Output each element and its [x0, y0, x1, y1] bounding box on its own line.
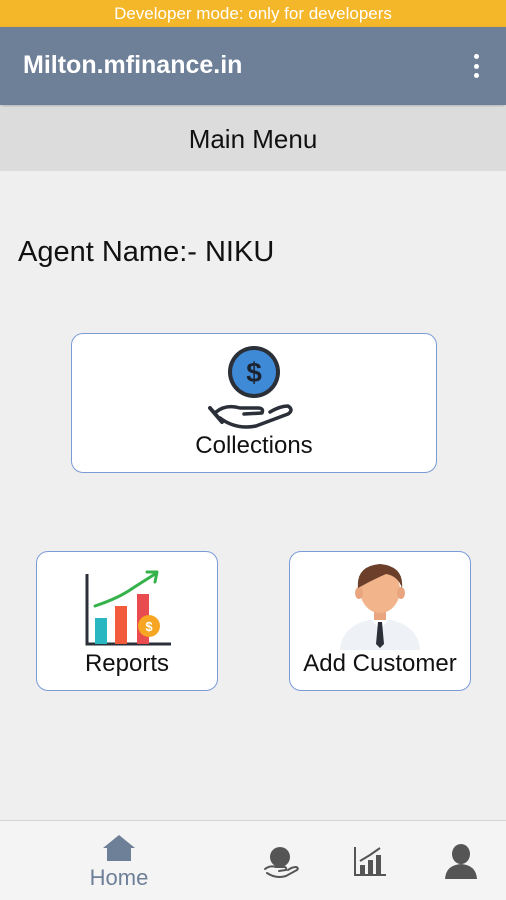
- nav-profile[interactable]: [444, 843, 478, 884]
- svg-text:$: $: [246, 357, 262, 388]
- collections-label: Collections: [195, 432, 313, 459]
- bottom-navigation: Home: [0, 820, 506, 900]
- svg-text:$: $: [145, 619, 153, 634]
- hand-dollar-icon: $: [208, 346, 293, 429]
- collections-button[interactable]: $ Collections: [71, 333, 437, 473]
- reports-button[interactable]: $ Reports: [36, 551, 218, 691]
- reports-icon: [354, 847, 386, 876]
- page-title: Main Menu: [0, 107, 506, 171]
- collections-icon: [264, 847, 299, 878]
- app-bar: Milton.mfinance.in: [0, 27, 506, 105]
- nav-home[interactable]: Home: [84, 833, 154, 891]
- bar-chart-growth-icon: $: [85, 570, 171, 646]
- add-customer-button[interactable]: Add Customer: [289, 551, 471, 691]
- nav-reports[interactable]: [352, 845, 388, 882]
- nav-home-label: Home: [89, 865, 149, 890]
- reports-label: Reports: [84, 650, 170, 677]
- nav-collections[interactable]: [262, 845, 300, 884]
- more-vert-icon[interactable]: [466, 51, 486, 81]
- profile-icon: [445, 844, 477, 879]
- add-customer-label: Add Customer: [303, 650, 457, 677]
- app-title: Milton.mfinance.in: [23, 51, 243, 79]
- businessman-icon: [340, 564, 420, 650]
- agent-name: Agent Name:- NIKU: [18, 236, 275, 268]
- home-icon: [103, 835, 135, 861]
- developer-mode-banner: Developer mode: only for developers: [0, 0, 506, 27]
